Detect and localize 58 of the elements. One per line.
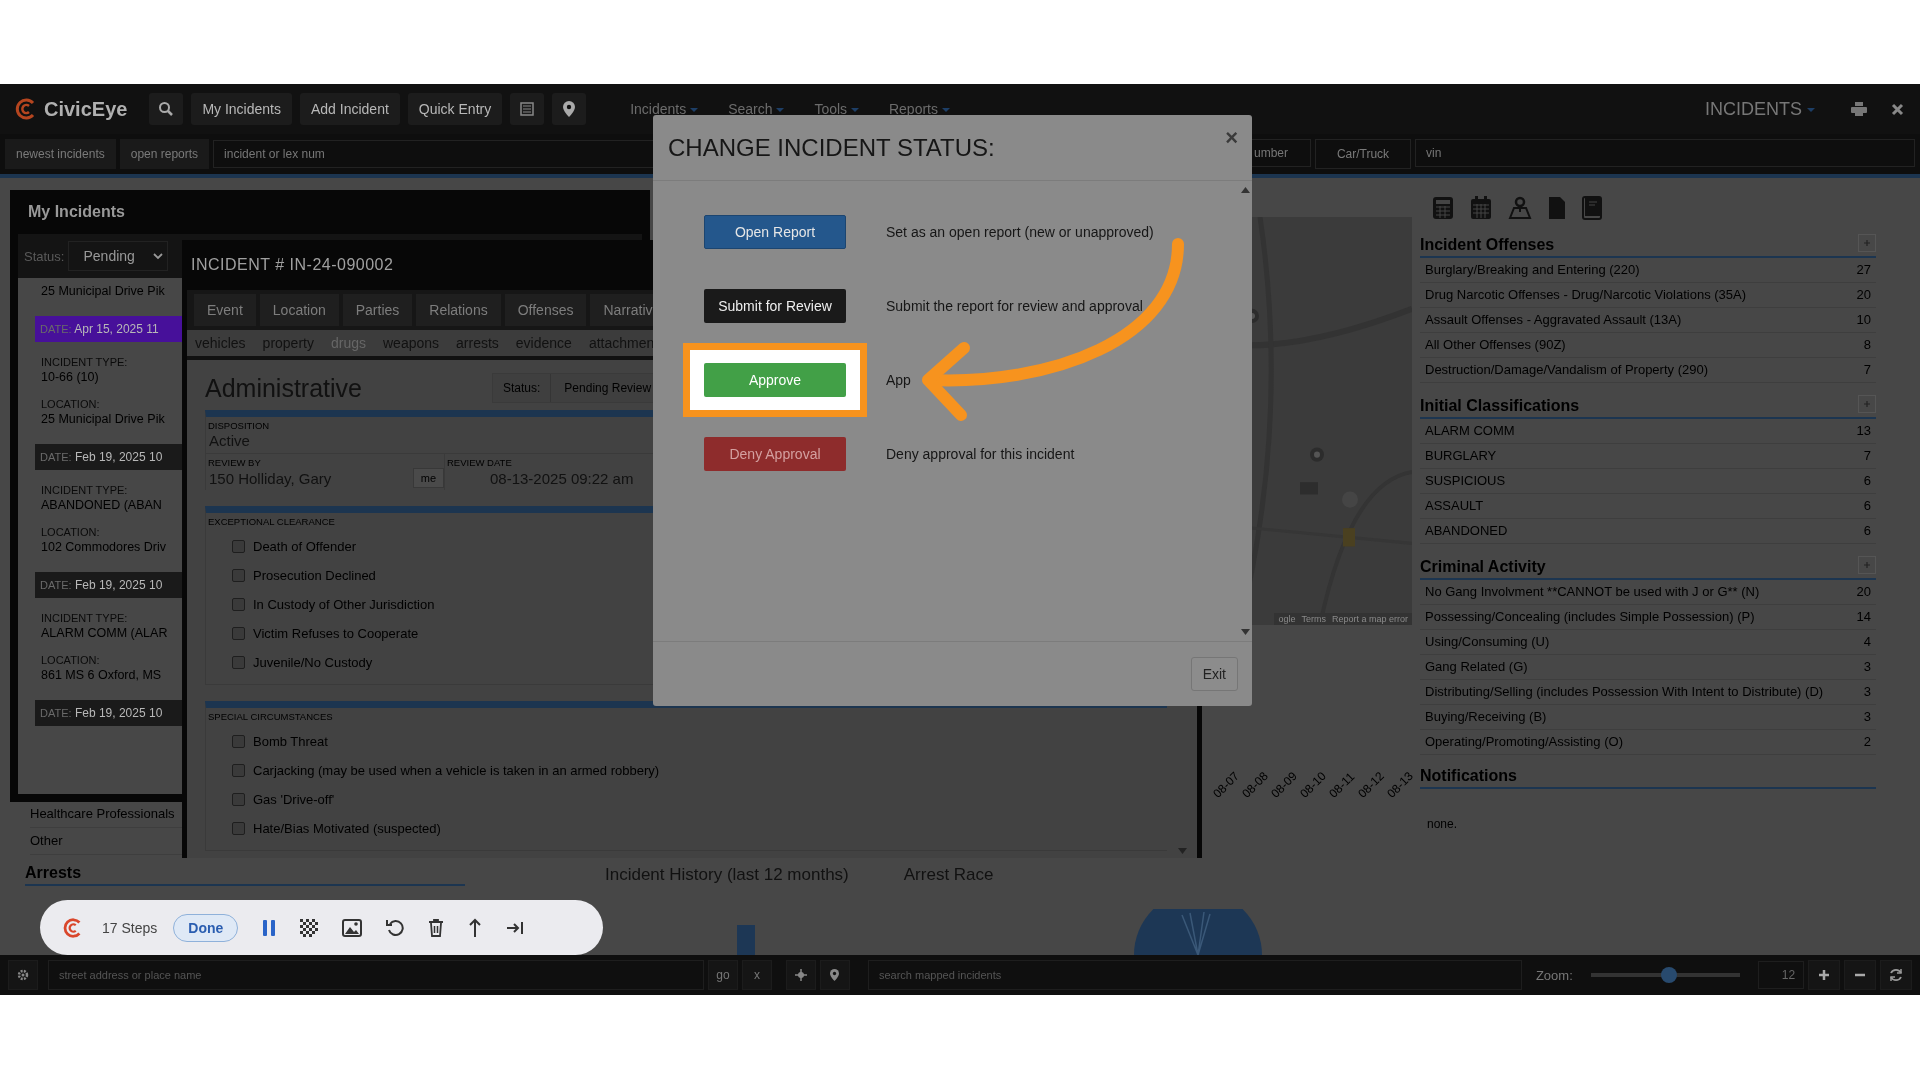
incident-location: 25 Municipal Drive Pik bbox=[41, 284, 165, 298]
stat-count: 3 bbox=[1863, 708, 1871, 726]
notification-text: none. bbox=[1426, 816, 1459, 833]
field-label: LOCATION: bbox=[41, 654, 100, 666]
stat-count: 6 bbox=[1863, 497, 1871, 515]
incident-location: 861 MS 6 Oxford, MS bbox=[41, 668, 162, 682]
zoom-label: Zoom: bbox=[1535, 967, 1573, 983]
incident-location: 102 Commodores Driv bbox=[41, 540, 167, 554]
field-label: LOCATION: bbox=[41, 526, 100, 538]
field-label: INCIDENT TYPE: bbox=[41, 484, 128, 496]
checkbox-label: Death of Offender bbox=[253, 539, 357, 554]
section-title: Arrests bbox=[25, 864, 82, 881]
checkbox-label: Juvenile/No Custody bbox=[253, 655, 373, 670]
group-title: EXCEPTIONAL CLEARANCE bbox=[207, 515, 336, 527]
checkbox-label: Victim Refuses to Cooperate bbox=[253, 626, 419, 641]
section-title: Incident Offenses bbox=[1420, 236, 1555, 254]
stat-count: 27 bbox=[1856, 261, 1871, 279]
section-title: Initial Classifications bbox=[1420, 397, 1580, 415]
stat-count: 6 bbox=[1863, 472, 1871, 490]
stat-count: 6 bbox=[1863, 522, 1871, 540]
field-label: REVIEW DATE bbox=[446, 456, 513, 468]
checkbox-label: Prosecution Declined bbox=[253, 568, 376, 583]
field-label: INCIDENT TYPE: bbox=[41, 612, 128, 624]
stat-count: 14 bbox=[1856, 608, 1871, 626]
stat-count: 3 bbox=[1863, 683, 1871, 701]
stat-count: 8 bbox=[1863, 336, 1871, 354]
stat-count: 10 bbox=[1856, 311, 1871, 329]
zoom-value: 12 bbox=[1758, 961, 1805, 989]
step-count: 17 Steps bbox=[102, 919, 158, 936]
stat-count: 3 bbox=[1863, 658, 1871, 676]
stat-count: 20 bbox=[1856, 583, 1871, 601]
option-description: App bbox=[886, 372, 911, 388]
group-title: SPECIAL CIRCUMSTANCES bbox=[207, 710, 334, 722]
section-title: Notifications bbox=[1420, 767, 1517, 785]
brand-name: CivicEye bbox=[44, 97, 128, 121]
field-label: LOCATION: bbox=[41, 398, 100, 410]
field-label: REVIEW BY bbox=[207, 456, 262, 468]
checkbox-label: In Custody of Other Jurisdiction bbox=[253, 597, 435, 612]
option-description: Set as an open report (new or unapproved) bbox=[886, 224, 1154, 240]
stat-count: 4 bbox=[1863, 633, 1871, 651]
field-label: INCIDENT TYPE: bbox=[41, 356, 128, 368]
stat-count: 20 bbox=[1856, 286, 1871, 304]
stat-count: 13 bbox=[1856, 422, 1871, 440]
incident-type: 10-66 (10) bbox=[41, 370, 99, 384]
window-title: INCIDENT # IN-24-090002 bbox=[191, 256, 394, 274]
option-description: Submit the report for review and approval bbox=[886, 298, 1143, 314]
incident-type: ABANDONED (ABAN bbox=[41, 498, 162, 512]
incident-location: 25 Municipal Drive Pik bbox=[41, 412, 165, 426]
incident-type: ALARM COMM (ALAR bbox=[41, 626, 168, 640]
window-title: My Incidents bbox=[28, 203, 125, 221]
stat-count: 7 bbox=[1863, 361, 1871, 379]
section-title: Criminal Activity bbox=[1420, 558, 1546, 576]
stat-count: 2 bbox=[1863, 733, 1871, 751]
stat-count: 7 bbox=[1863, 447, 1871, 465]
field-label: DISPOSITION bbox=[207, 419, 271, 431]
checkbox-label: Bomb Threat bbox=[253, 734, 328, 749]
option-description: Deny approval for this incident bbox=[886, 446, 1075, 462]
field-label: Status: bbox=[24, 248, 65, 264]
